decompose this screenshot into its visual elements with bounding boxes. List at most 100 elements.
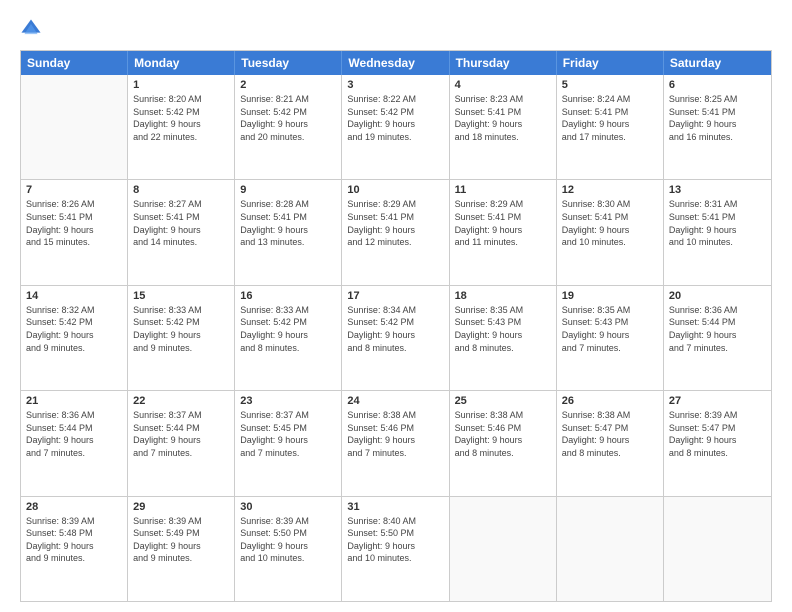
cal-cell: 15 Sunrise: 8:33 AM Sunset: 5:42 PM Dayli… bbox=[128, 286, 235, 390]
cal-cell: 23 Sunrise: 8:37 AM Sunset: 5:45 PM Dayli… bbox=[235, 391, 342, 495]
day-number: 30 bbox=[240, 501, 336, 513]
day-number: 7 bbox=[26, 184, 122, 196]
cell-content: Sunrise: 8:39 AM Sunset: 5:50 PM Dayligh… bbox=[240, 515, 336, 565]
cal-cell: 7 Sunrise: 8:26 AM Sunset: 5:41 PM Daylig… bbox=[21, 180, 128, 284]
day-number: 3 bbox=[347, 79, 443, 91]
header-day-monday: Monday bbox=[128, 51, 235, 75]
cell-content: Sunrise: 8:36 AM Sunset: 5:44 PM Dayligh… bbox=[26, 409, 122, 459]
header-day-friday: Friday bbox=[557, 51, 664, 75]
cal-cell: 29 Sunrise: 8:39 AM Sunset: 5:49 PM Dayli… bbox=[128, 497, 235, 601]
cal-cell: 6Sunrise: 8:25 AM Sunset: 5:41 PM Daylig… bbox=[664, 75, 771, 179]
cal-cell: 28Sunrise: 8:39 AM Sunset: 5:48 PM Dayli… bbox=[21, 497, 128, 601]
day-number: 26 bbox=[562, 395, 658, 407]
cal-cell bbox=[557, 497, 664, 601]
cell-content: Sunrise: 8:32 AM Sunset: 5:42 PM Dayligh… bbox=[26, 304, 122, 354]
cell-content: Sunrise: 8:25 AM Sunset: 5:41 PM Dayligh… bbox=[669, 93, 766, 143]
cal-cell: 30 Sunrise: 8:39 AM Sunset: 5:50 PM Dayli… bbox=[235, 497, 342, 601]
cal-cell: 17 Sunrise: 8:34 AM Sunset: 5:42 PM Dayli… bbox=[342, 286, 449, 390]
day-number: 8 bbox=[133, 184, 229, 196]
cal-cell bbox=[450, 497, 557, 601]
cell-content: Sunrise: 8:34 AM Sunset: 5:42 PM Dayligh… bbox=[347, 304, 443, 354]
day-number: 5 bbox=[562, 79, 658, 91]
header-day-thursday: Thursday bbox=[450, 51, 557, 75]
day-number: 31 bbox=[347, 501, 443, 513]
header-day-saturday: Saturday bbox=[664, 51, 771, 75]
calendar-row-3: 21 Sunrise: 8:36 AM Sunset: 5:44 PM Dayli… bbox=[21, 390, 771, 495]
day-number: 21 bbox=[26, 395, 122, 407]
cell-content: Sunrise: 8:28 AM Sunset: 5:41 PM Dayligh… bbox=[240, 198, 336, 248]
cal-cell: 14 Sunrise: 8:32 AM Sunset: 5:42 PM Dayli… bbox=[21, 286, 128, 390]
cal-cell: 9 Sunrise: 8:28 AM Sunset: 5:41 PM Daylig… bbox=[235, 180, 342, 284]
logo-icon bbox=[20, 18, 42, 40]
cal-cell: 22 Sunrise: 8:37 AM Sunset: 5:44 PM Dayli… bbox=[128, 391, 235, 495]
cell-content: Sunrise: 8:35 AM Sunset: 5:43 PM Dayligh… bbox=[562, 304, 658, 354]
day-number: 27 bbox=[669, 395, 766, 407]
calendar: SundayMondayTuesdayWednesdayThursdayFrid… bbox=[20, 50, 772, 602]
cal-cell: 27Sunrise: 8:39 AM Sunset: 5:47 PM Dayli… bbox=[664, 391, 771, 495]
day-number: 17 bbox=[347, 290, 443, 302]
logo bbox=[20, 18, 46, 40]
day-number: 18 bbox=[455, 290, 551, 302]
cal-cell: 11 Sunrise: 8:29 AM Sunset: 5:41 PM Dayli… bbox=[450, 180, 557, 284]
day-number: 15 bbox=[133, 290, 229, 302]
cell-content: Sunrise: 8:37 AM Sunset: 5:45 PM Dayligh… bbox=[240, 409, 336, 459]
cell-content: Sunrise: 8:20 AM Sunset: 5:42 PM Dayligh… bbox=[133, 93, 229, 143]
cell-content: Sunrise: 8:29 AM Sunset: 5:41 PM Dayligh… bbox=[455, 198, 551, 248]
day-number: 22 bbox=[133, 395, 229, 407]
day-number: 1 bbox=[133, 79, 229, 91]
cal-cell: 1 Sunrise: 8:20 AM Sunset: 5:42 PM Daylig… bbox=[128, 75, 235, 179]
day-number: 4 bbox=[455, 79, 551, 91]
calendar-body: 1 Sunrise: 8:20 AM Sunset: 5:42 PM Daylig… bbox=[21, 75, 771, 601]
day-number: 13 bbox=[669, 184, 766, 196]
cell-content: Sunrise: 8:38 AM Sunset: 5:47 PM Dayligh… bbox=[562, 409, 658, 459]
cal-cell: 24 Sunrise: 8:38 AM Sunset: 5:46 PM Dayli… bbox=[342, 391, 449, 495]
calendar-row-1: 7 Sunrise: 8:26 AM Sunset: 5:41 PM Daylig… bbox=[21, 179, 771, 284]
cal-cell: 10 Sunrise: 8:29 AM Sunset: 5:41 PM Dayli… bbox=[342, 180, 449, 284]
header bbox=[20, 18, 772, 40]
cell-content: Sunrise: 8:21 AM Sunset: 5:42 PM Dayligh… bbox=[240, 93, 336, 143]
calendar-row-4: 28Sunrise: 8:39 AM Sunset: 5:48 PM Dayli… bbox=[21, 496, 771, 601]
day-number: 20 bbox=[669, 290, 766, 302]
cal-cell bbox=[664, 497, 771, 601]
cal-cell: 5 Sunrise: 8:24 AM Sunset: 5:41 PM Daylig… bbox=[557, 75, 664, 179]
day-number: 14 bbox=[26, 290, 122, 302]
day-number: 29 bbox=[133, 501, 229, 513]
cell-content: Sunrise: 8:30 AM Sunset: 5:41 PM Dayligh… bbox=[562, 198, 658, 248]
cell-content: Sunrise: 8:33 AM Sunset: 5:42 PM Dayligh… bbox=[240, 304, 336, 354]
day-number: 2 bbox=[240, 79, 336, 91]
cell-content: Sunrise: 8:33 AM Sunset: 5:42 PM Dayligh… bbox=[133, 304, 229, 354]
cal-cell: 4 Sunrise: 8:23 AM Sunset: 5:41 PM Daylig… bbox=[450, 75, 557, 179]
header-day-sunday: Sunday bbox=[21, 51, 128, 75]
day-number: 10 bbox=[347, 184, 443, 196]
cal-cell: 19 Sunrise: 8:35 AM Sunset: 5:43 PM Dayli… bbox=[557, 286, 664, 390]
cell-content: Sunrise: 8:37 AM Sunset: 5:44 PM Dayligh… bbox=[133, 409, 229, 459]
cell-content: Sunrise: 8:39 AM Sunset: 5:49 PM Dayligh… bbox=[133, 515, 229, 565]
cal-cell: 25Sunrise: 8:38 AM Sunset: 5:46 PM Dayli… bbox=[450, 391, 557, 495]
cell-content: Sunrise: 8:40 AM Sunset: 5:50 PM Dayligh… bbox=[347, 515, 443, 565]
day-number: 19 bbox=[562, 290, 658, 302]
cal-cell: 26 Sunrise: 8:38 AM Sunset: 5:47 PM Dayli… bbox=[557, 391, 664, 495]
cell-content: Sunrise: 8:26 AM Sunset: 5:41 PM Dayligh… bbox=[26, 198, 122, 248]
day-number: 11 bbox=[455, 184, 551, 196]
cal-cell: 2 Sunrise: 8:21 AM Sunset: 5:42 PM Daylig… bbox=[235, 75, 342, 179]
cal-cell: 31 Sunrise: 8:40 AM Sunset: 5:50 PM Dayli… bbox=[342, 497, 449, 601]
calendar-row-0: 1 Sunrise: 8:20 AM Sunset: 5:42 PM Daylig… bbox=[21, 75, 771, 179]
day-number: 23 bbox=[240, 395, 336, 407]
cal-cell: 21 Sunrise: 8:36 AM Sunset: 5:44 PM Dayli… bbox=[21, 391, 128, 495]
header-day-tuesday: Tuesday bbox=[235, 51, 342, 75]
calendar-row-2: 14 Sunrise: 8:32 AM Sunset: 5:42 PM Dayli… bbox=[21, 285, 771, 390]
cal-cell: 16Sunrise: 8:33 AM Sunset: 5:42 PM Dayli… bbox=[235, 286, 342, 390]
cell-content: Sunrise: 8:29 AM Sunset: 5:41 PM Dayligh… bbox=[347, 198, 443, 248]
day-number: 24 bbox=[347, 395, 443, 407]
header-day-wednesday: Wednesday bbox=[342, 51, 449, 75]
day-number: 9 bbox=[240, 184, 336, 196]
cell-content: Sunrise: 8:27 AM Sunset: 5:41 PM Dayligh… bbox=[133, 198, 229, 248]
cell-content: Sunrise: 8:23 AM Sunset: 5:41 PM Dayligh… bbox=[455, 93, 551, 143]
cal-cell: 20 Sunrise: 8:36 AM Sunset: 5:44 PM Dayli… bbox=[664, 286, 771, 390]
cell-content: Sunrise: 8:36 AM Sunset: 5:44 PM Dayligh… bbox=[669, 304, 766, 354]
cell-content: Sunrise: 8:24 AM Sunset: 5:41 PM Dayligh… bbox=[562, 93, 658, 143]
cal-cell bbox=[21, 75, 128, 179]
cell-content: Sunrise: 8:39 AM Sunset: 5:48 PM Dayligh… bbox=[26, 515, 122, 565]
cell-content: Sunrise: 8:38 AM Sunset: 5:46 PM Dayligh… bbox=[347, 409, 443, 459]
calendar-header: SundayMondayTuesdayWednesdayThursdayFrid… bbox=[21, 51, 771, 75]
